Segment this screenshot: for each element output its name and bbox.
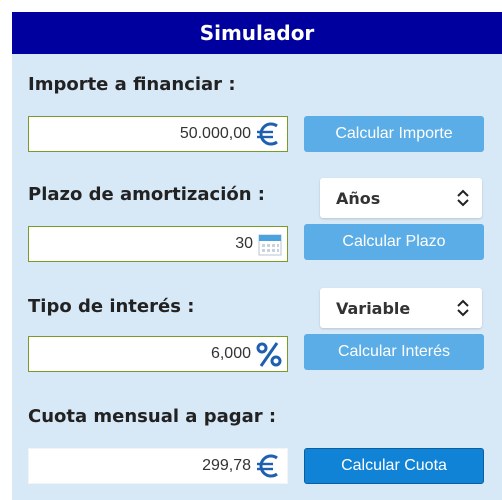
- plazo-input[interactable]: 30: [28, 226, 288, 262]
- interes-value: 6,000: [210, 345, 251, 362]
- interes-label: Tipo de interés :: [28, 296, 195, 317]
- euro-icon: [255, 452, 283, 480]
- chevron-updown-icon: [456, 189, 470, 207]
- euro-icon: [255, 120, 283, 148]
- importe-input[interactable]: 50.000,00: [28, 116, 288, 152]
- calcular-plazo-button[interactable]: Calcular Plazo: [304, 224, 484, 260]
- calendar-icon: [257, 231, 283, 257]
- cuota-value: 299,78: [202, 457, 251, 474]
- page-title: Simulador: [12, 12, 502, 54]
- interes-type-select[interactable]: Variable: [320, 288, 482, 328]
- calcular-cuota-button[interactable]: Calcular Cuota: [304, 448, 484, 484]
- plazo-unit-value: Años: [336, 188, 381, 208]
- plazo-label: Plazo de amortización :: [28, 184, 266, 205]
- chevron-updown-icon: [456, 299, 470, 317]
- simulator-panel: Simulador Importe a financiar : 50.000,0…: [12, 12, 502, 500]
- calcular-importe-button[interactable]: Calcular Importe: [304, 116, 484, 152]
- cuota-output: 299,78: [28, 448, 288, 484]
- importe-value: 50.000,00: [179, 125, 251, 142]
- calcular-interes-button[interactable]: Calcular Interés: [304, 334, 484, 370]
- percent-icon: [255, 340, 283, 368]
- cuota-label: Cuota mensual a pagar :: [28, 406, 277, 427]
- importe-label: Importe a financiar :: [28, 74, 236, 95]
- interes-input[interactable]: 6,000: [28, 336, 288, 372]
- plazo-unit-select[interactable]: Años: [320, 178, 482, 218]
- interes-type-value: Variable: [336, 298, 411, 318]
- plazo-value: 30: [235, 235, 253, 252]
